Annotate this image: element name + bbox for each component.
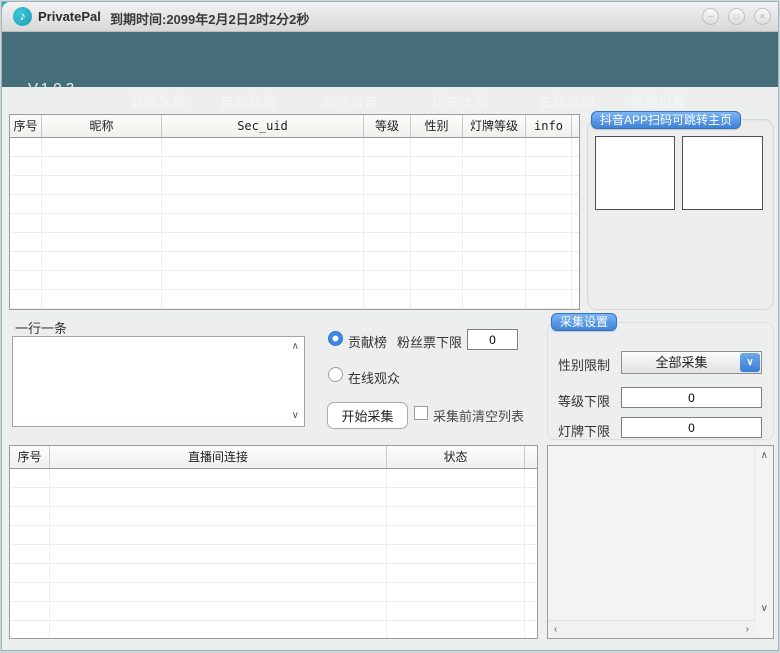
app-logo-icon: ♪ [13, 7, 32, 26]
scroll-up-icon[interactable]: ∧ [292, 342, 299, 352]
chevron-down-icon[interactable]: ∨ [740, 353, 760, 372]
radio-contribution-label: 贡献榜 [348, 335, 388, 350]
radio-online-viewers[interactable] [328, 367, 343, 382]
header-filler [525, 446, 537, 468]
title-bar: ♪ PrivatePal 到期时间:2099年2月2日2时2分2秒 ─ □ ✕ [2, 2, 778, 32]
log-listbox[interactable]: ∧ ∨ ‹ › [547, 445, 774, 639]
scroll-up-icon[interactable]: ∧ [761, 451, 768, 461]
fan-ticket-label: 粉丝票下限 [397, 335, 463, 350]
fan-ticket-input[interactable] [467, 329, 518, 350]
body-col [10, 138, 42, 309]
body-col [162, 138, 364, 309]
body-col [10, 469, 50, 638]
level-limit-input[interactable] [621, 387, 762, 408]
nav-bar: V.1.0.3 数据采集 自动私信 软件公告 历史大哥 去除水印 基础设置 [2, 32, 778, 110]
col-header-room-link[interactable]: 直播间连接 [50, 446, 387, 468]
scroll-down-icon[interactable]: ∨ [292, 411, 299, 421]
app-window: ♪ PrivatePal 到期时间:2099年2月2日2时2分2秒 ─ □ ✕ … [1, 1, 779, 651]
header-filler [572, 115, 579, 137]
vertical-scrollbar[interactable]: ∧ ∨ [754, 446, 773, 638]
body-col [463, 138, 526, 309]
collection-settings-label: 采集设置 [551, 313, 618, 331]
clear-before-collect-checkbox[interactable] [414, 406, 428, 420]
room-table-header: 序号 直播间连接 状态 [10, 446, 537, 469]
col-header-index[interactable]: 序号 [10, 115, 42, 137]
start-collection-button[interactable]: 开始采集 [327, 402, 408, 429]
nav-item-watermark-removal[interactable]: 去除水印 [539, 92, 595, 112]
radio-online-label: 在线观众 [348, 371, 401, 386]
nav-item-data-collection[interactable]: 数据采集 [130, 92, 186, 112]
badge-limit-label: 灯牌下限 [558, 424, 611, 439]
room-links-textarea-frame: ∧ ∨ [12, 336, 305, 427]
body-col [387, 469, 525, 638]
col-header-room-index[interactable]: 序号 [10, 446, 50, 468]
expiry-time-label: 到期时间:2099年2月2日2时2分2秒 [110, 12, 310, 27]
minimize-icon[interactable]: ─ [702, 8, 719, 25]
col-header-nickname[interactable]: 昵称 [42, 115, 162, 137]
body-col [526, 138, 572, 309]
qr-code-placeholder-2 [682, 136, 763, 210]
scroll-left-icon[interactable]: ‹ [554, 625, 557, 635]
gender-limit-label: 性别限制 [558, 358, 611, 373]
col-header-sec-uid[interactable]: Sec_uid [162, 115, 364, 137]
col-header-badge-level[interactable]: 灯牌等级 [463, 115, 526, 137]
scroll-down-icon[interactable]: ∨ [761, 604, 768, 614]
app-title: PrivatePal [38, 9, 101, 24]
line-hint-label: 一行一条 [15, 321, 68, 336]
scroll-right-icon[interactable]: › [746, 625, 749, 635]
level-limit-label: 等级下限 [558, 394, 611, 409]
clear-before-collect-label: 采集前清空列表 [433, 409, 525, 424]
body-col [364, 138, 411, 309]
col-header-info[interactable]: info [526, 115, 572, 137]
radio-contribution-list[interactable] [328, 331, 343, 346]
room-table-body [10, 469, 537, 638]
gender-limit-select[interactable]: 全部采集 ∨ [621, 351, 762, 374]
nav-item-history[interactable]: 历史大哥 [432, 92, 488, 112]
gender-limit-value: 全部采集 [655, 355, 708, 370]
col-header-level[interactable]: 等级 [364, 115, 411, 137]
room-links-textarea[interactable] [13, 337, 285, 424]
col-header-room-status[interactable]: 状态 [387, 446, 525, 468]
user-table-body [10, 138, 579, 309]
maximize-icon[interactable]: □ [728, 8, 745, 25]
body-col [411, 138, 463, 309]
close-icon[interactable]: ✕ [754, 8, 771, 25]
window-controls: ─ □ ✕ [702, 8, 771, 25]
nav-item-auto-dm[interactable]: 自动私信 [220, 92, 276, 112]
col-header-gender[interactable]: 性别 [411, 115, 463, 137]
qr-code-placeholder-1 [595, 136, 675, 210]
body-col [42, 138, 162, 309]
version-label: V.1.0.3 [28, 80, 75, 97]
nav-item-announcement[interactable]: 软件公告 [322, 92, 378, 112]
room-table: 序号 直播间连接 状态 [9, 445, 538, 639]
body-col [50, 469, 387, 638]
user-table-header: 序号 昵称 Sec_uid 等级 性别 灯牌等级 info [10, 115, 579, 138]
horizontal-scrollbar[interactable]: ‹ › [548, 620, 755, 638]
qr-panel-label: 抖音APP扫码可跳转主页 [591, 111, 742, 129]
nav-item-basic-settings[interactable]: 基础设置 [630, 92, 686, 112]
badge-limit-input[interactable] [621, 417, 762, 438]
user-table: 序号 昵称 Sec_uid 等级 性别 灯牌等级 info [9, 114, 580, 310]
